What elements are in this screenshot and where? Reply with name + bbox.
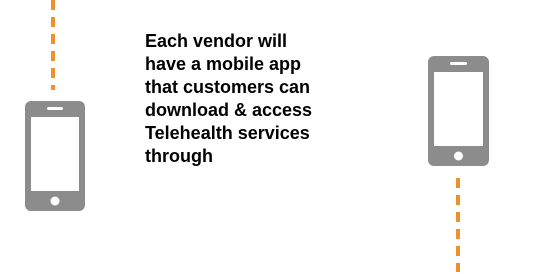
right-dashed-connector: [456, 178, 460, 272]
left-smartphone-icon: [25, 101, 85, 211]
phone-screen: [31, 117, 79, 191]
phone-speaker: [450, 62, 467, 65]
caption-line-4: download & access: [145, 100, 313, 120]
caption-line-5: Telehealth services: [145, 123, 310, 143]
caption-line-3: that customers can: [145, 77, 311, 97]
phone-home-button: [50, 196, 60, 206]
phone-speaker: [47, 107, 63, 110]
right-smartphone-icon: [428, 56, 489, 166]
phone-home-button: [454, 151, 463, 161]
left-dashed-connector: [51, 0, 55, 90]
caption-line-6: through: [145, 146, 213, 166]
vendor-app-description: Each vendor will have a mobile app that …: [145, 30, 385, 168]
caption-line-2: have a mobile app: [145, 54, 302, 74]
phone-screen: [434, 72, 483, 146]
caption-line-1: Each vendor will: [145, 31, 288, 51]
